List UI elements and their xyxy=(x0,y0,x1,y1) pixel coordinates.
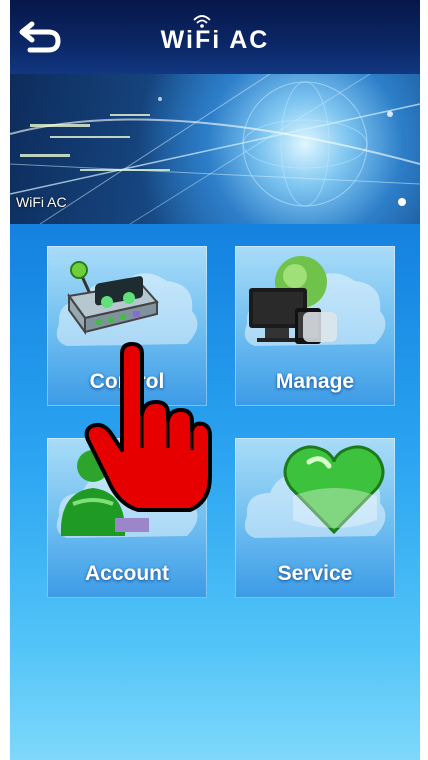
header-bar: WiFi AC xyxy=(10,0,420,74)
tap-hand-pointer-icon xyxy=(84,342,212,512)
banner-carousel[interactable]: WiFi AC xyxy=(10,74,420,224)
account-label: Account xyxy=(85,562,169,585)
control-panel-icon xyxy=(67,261,159,336)
heart-icon xyxy=(283,445,385,535)
service-tile[interactable]: Service xyxy=(235,438,395,598)
devices-icon xyxy=(249,256,337,344)
globe-network-graphic xyxy=(10,74,420,224)
service-label: Service xyxy=(277,562,353,585)
manage-tile[interactable]: Manage xyxy=(235,246,395,406)
page-title: WiFi AC xyxy=(160,26,270,54)
app-screen: WiFi AC WiFi AC Manage Account Service xyxy=(10,0,420,760)
manage-label: Manage xyxy=(275,370,355,393)
carousel-indicator-dot[interactable] xyxy=(398,198,406,206)
banner-caption: WiFi AC xyxy=(16,194,67,210)
